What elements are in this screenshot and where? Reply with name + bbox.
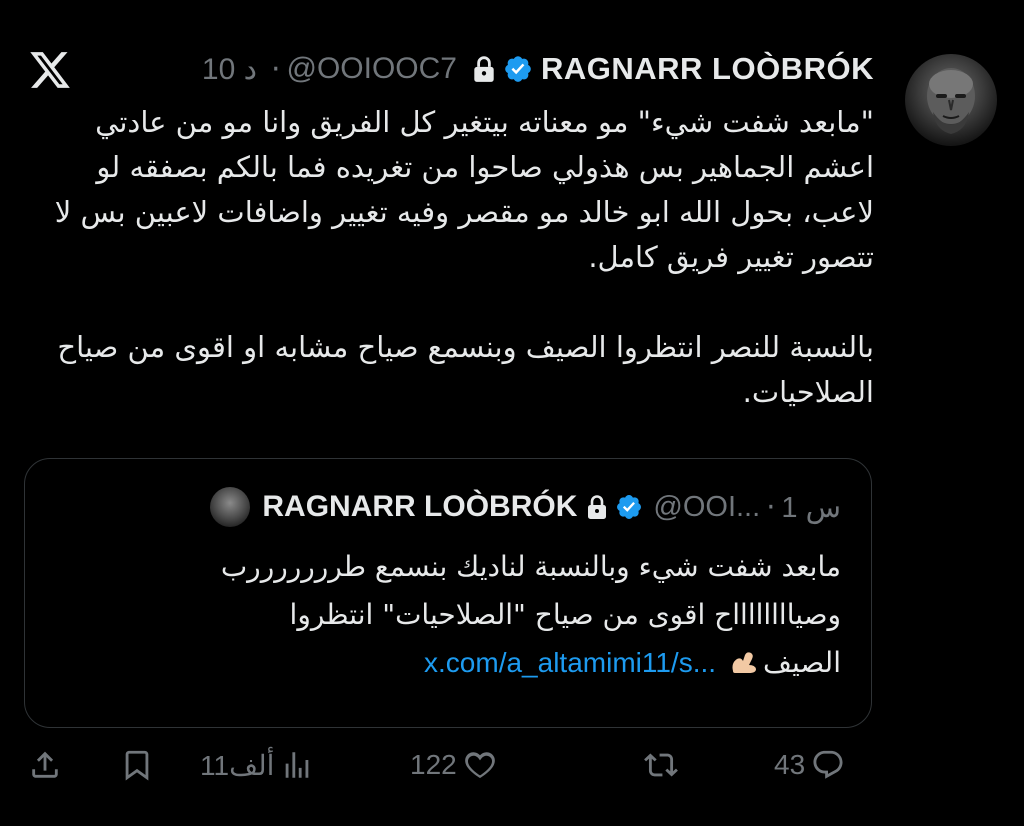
views-chart-icon	[286, 752, 309, 778]
quoted-author-name: RAGNARR LOÒBRÓK	[262, 490, 578, 523]
action-bar: 43 122 11ألف	[0, 748, 1024, 798]
reply-count: 43	[774, 749, 806, 780]
like-button[interactable]: 122	[410, 748, 497, 782]
quoted-handle: @OOI...	[653, 490, 761, 523]
bookmark-icon	[125, 750, 149, 781]
author-name[interactable]: RAGNARR LOÒBRÓK	[541, 51, 874, 87]
reply-button[interactable]: 43	[774, 748, 845, 782]
quoted-post-text: مابعد شفت شيء وبالنسبة لناديك بنسمع طررر…	[41, 543, 841, 687]
share-button[interactable]	[28, 748, 62, 782]
quoted-post-card[interactable]: RAGNARR LOÒBRÓK @OOI... · 1 س مابعد شفت …	[24, 458, 872, 728]
lock-icon	[474, 56, 494, 82]
flexed-biceps-emoji	[732, 652, 756, 673]
share-icon	[32, 751, 58, 778]
quoted-line-1: مابعد شفت شيء وبالنسبة لناديك بنسمع طررر…	[220, 550, 841, 583]
quoted-line-3: الصيف x.com/a_altamimi11/s...	[41, 639, 841, 687]
header-separator: ·	[270, 51, 281, 87]
post-text: "مابعد شفت شيء" مو معناته بيتغير كل الفر…	[24, 100, 874, 415]
verified-badge-icon	[505, 56, 531, 82]
quoted-post-header: RAGNARR LOÒBRÓK @OOI... · 1 س	[210, 487, 841, 527]
views-button[interactable]: 11ألف	[200, 748, 314, 782]
quoted-separator: ·	[766, 490, 776, 524]
quoted-time: 1 س	[781, 491, 841, 524]
heart-icon	[464, 752, 495, 779]
verified-badge-icon	[617, 495, 642, 519]
tweet-screenshot: 10 د · @OOIOOC7 RAGNARR LOÒBRÓK "مابعد ش…	[0, 0, 1024, 826]
lock-icon	[588, 495, 607, 519]
post-handle[interactable]: @OOIOOC7	[287, 52, 457, 86]
bookmark-button[interactable]	[120, 748, 154, 782]
quoted-line-3-word: الصيف	[762, 646, 841, 679]
quoted-link[interactable]: x.com/a_altamimi11/s...	[424, 647, 716, 678]
views-count: 11ألف	[200, 749, 275, 781]
quoted-line-2: وصيااااااااح اقوى من صياح "الصلاحيات" ان…	[289, 598, 841, 631]
post-time[interactable]: 10 د	[202, 52, 257, 87]
like-count: 122	[410, 749, 457, 780]
repost-button[interactable]	[644, 748, 678, 782]
author-avatar[interactable]	[905, 54, 997, 146]
quoted-author-avatar	[210, 487, 251, 527]
post-paragraph-1: "مابعد شفت شيء" مو معناته بيتغير كل الفر…	[54, 105, 874, 274]
reply-icon	[813, 750, 843, 779]
post-header: 10 د · @OOIOOC7 RAGNARR LOÒBRÓK	[84, 46, 874, 92]
avatar-portrait	[927, 68, 975, 134]
post-paragraph-2: بالنسبة للنصر انتظروا الصيف وبنسمع صياح …	[57, 330, 874, 409]
x-logo-icon[interactable]	[28, 48, 72, 92]
repost-icon	[644, 753, 678, 777]
